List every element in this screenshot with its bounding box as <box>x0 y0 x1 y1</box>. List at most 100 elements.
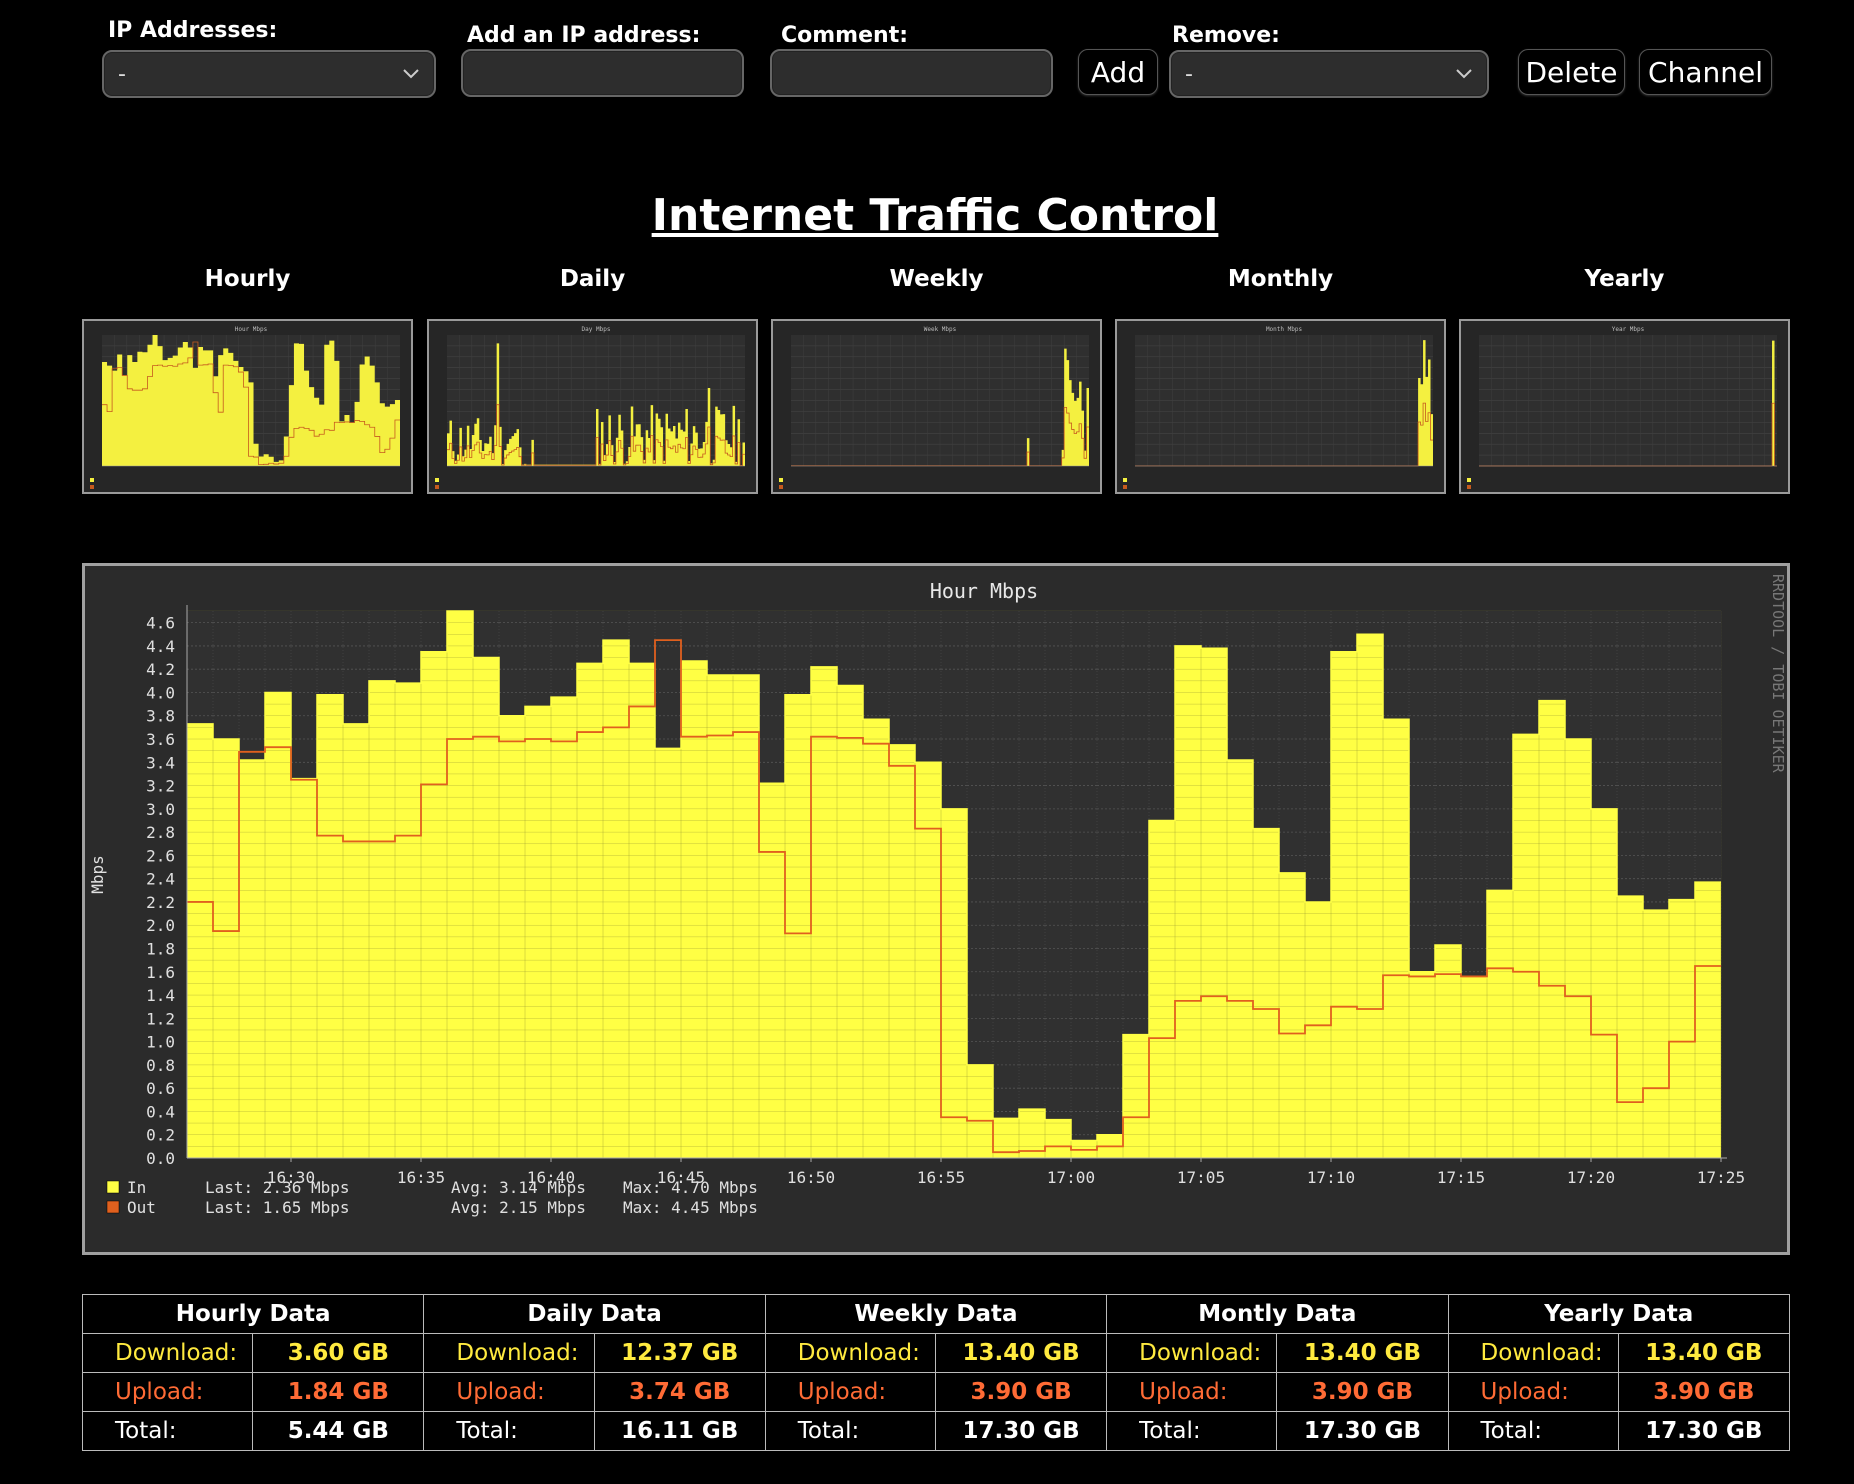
y-tick-label: 4.2 <box>146 660 175 679</box>
empty-region <box>1486 611 1514 891</box>
thumb-title: Week Mbps <box>924 326 957 333</box>
legend-text: Avg: 2.15 Mbps <box>451 1198 586 1217</box>
empty-region <box>1174 611 1202 646</box>
empty-region <box>498 611 526 716</box>
ip-addresses-select[interactable]: - <box>102 50 436 98</box>
monthly-upload-value: 3.90 GB <box>1276 1372 1449 1412</box>
empty-region <box>888 611 916 745</box>
daily-download-value: 12.37 GB <box>593 1333 766 1373</box>
thumb-title: Day Mbps <box>582 326 611 333</box>
thumbnail-label-yearly: Yearly <box>1584 266 1665 292</box>
thumbnail-graph-daily[interactable]: Day Mbps <box>427 319 758 494</box>
empty-region <box>914 611 942 763</box>
empty-region <box>862 611 890 720</box>
remove-label: Remove: <box>1172 23 1280 48</box>
y-tick-label: 1.8 <box>146 940 175 959</box>
empty-region <box>784 611 812 695</box>
empty-region <box>1694 611 1722 883</box>
empty-region <box>1252 611 1280 829</box>
thumb-legend-in-swatch <box>90 478 94 482</box>
weekly-upload-value: 3.90 GB <box>934 1372 1108 1412</box>
empty-region <box>1278 611 1306 873</box>
x-tick-label: 17:10 <box>1307 1168 1355 1187</box>
legend-text: In <box>127 1178 146 1197</box>
empty-region <box>550 611 578 698</box>
stats-header-monthly: Montly Data <box>1106 1294 1449 1334</box>
remove-selected-value: - <box>1185 62 1193 87</box>
add-ip-label: Add an IP address: <box>467 23 701 48</box>
empty-region <box>654 611 682 749</box>
hourly-upload-value: 1.84 GB <box>252 1372 425 1412</box>
thumbnail-chart-hourly: Hour Mbps <box>90 326 400 489</box>
daily-total-value: 16.11 GB <box>593 1411 766 1451</box>
thumb-title: Hour Mbps <box>235 326 268 333</box>
download-label: Download: <box>1447 1333 1619 1373</box>
empty-region <box>706 611 734 676</box>
x-tick-label: 17:05 <box>1177 1168 1225 1187</box>
x-tick-label: 16:55 <box>917 1168 965 1187</box>
comment-label: Comment: <box>781 23 909 48</box>
thumbnail-graph-weekly[interactable]: Week Mbps <box>771 319 1102 494</box>
add-button[interactable]: Add <box>1078 49 1158 95</box>
empty-region <box>810 611 838 667</box>
y-tick-label: 0.6 <box>146 1079 175 1098</box>
main-traffic-graph: Hour Mbps 0.0 0.2 0.4 0.6 0.8 1.0 1.2 1.4 1.6 1.8 2… <box>82 563 1790 1255</box>
add-ip-input[interactable] <box>461 49 744 97</box>
total-label: Total: <box>1447 1411 1619 1451</box>
empty-region <box>628 611 656 664</box>
empty-region <box>1460 611 1488 978</box>
empty-region <box>576 611 604 664</box>
stats-header-row: Hourly Data Daily Data Weekly Data Montl… <box>81 1294 1791 1334</box>
thumbnail-label-hourly: Hourly <box>204 266 291 292</box>
thumbnail-label-weekly: Weekly <box>889 266 984 292</box>
thumb-legend-out-swatch <box>1467 485 1471 489</box>
empty-region <box>342 611 370 724</box>
delete-button[interactable]: Delete <box>1518 49 1625 95</box>
empty-region <box>1044 611 1072 1120</box>
thumb-legend-out-swatch <box>435 485 439 489</box>
y-tick-label: 2.4 <box>146 870 175 889</box>
y-tick-label: 2.8 <box>146 823 175 842</box>
empty-region <box>992 611 1020 1119</box>
y-tick-label: 4.6 <box>146 614 175 633</box>
thumb-title: Year Mbps <box>1612 326 1645 333</box>
empty-region <box>836 611 864 686</box>
legend-swatch-out <box>106 1200 120 1214</box>
thumb-legend-out-swatch <box>90 485 94 489</box>
y-tick-label: 3.0 <box>146 800 175 819</box>
weekly-total-value: 17.30 GB <box>934 1411 1108 1451</box>
total-label: Total: <box>764 1411 936 1451</box>
y-tick-label: 1.6 <box>146 963 175 982</box>
stats-header-daily: Daily Data <box>423 1294 766 1334</box>
y-tick-label: 3.2 <box>146 777 175 796</box>
thumbnail-graph-monthly[interactable]: Month Mbps <box>1115 319 1446 494</box>
thumbnail-chart-monthly: Month Mbps <box>1123 326 1433 489</box>
upload-label: Upload: <box>1106 1372 1278 1412</box>
empty-region <box>1070 611 1098 1141</box>
y-tick-label: 1.4 <box>146 986 175 1005</box>
legend-text: Max: 4.70 Mbps <box>623 1178 758 1197</box>
x-tick-label: 16:35 <box>397 1168 445 1187</box>
download-label: Download: <box>764 1333 936 1373</box>
thumbnail-chart-daily: Day Mbps <box>435 326 745 489</box>
thumbnail-graph-yearly[interactable]: Year Mbps <box>1459 319 1790 494</box>
hour-mbps-chart: Hour Mbps 0.0 0.2 0.4 0.6 0.8 1.0 1.2 1.4 1.6 1.8 2… <box>88 574 1787 1217</box>
ip-addresses-selected-value: - <box>118 62 126 87</box>
empty-region <box>1200 611 1228 649</box>
thumbnail-graph-hourly[interactable]: Hour Mbps <box>82 319 413 494</box>
thumbnail-chart-weekly: Week Mbps <box>779 326 1089 489</box>
y-axis-label: Mbps <box>88 855 107 894</box>
legend-text: Max: 4.45 Mbps <box>623 1198 758 1217</box>
yearly-upload-value: 3.90 GB <box>1617 1372 1791 1412</box>
total-label: Total: <box>81 1411 254 1451</box>
legend-text: Last: 2.36 Mbps <box>205 1178 350 1197</box>
monthly-total-value: 17.30 GB <box>1276 1411 1449 1451</box>
legend-swatch-in <box>106 1180 120 1194</box>
channel-button[interactable]: Channel <box>1639 49 1772 95</box>
comment-input[interactable] <box>770 49 1053 97</box>
thumb-legend-in-swatch <box>435 478 439 482</box>
total-label: Total: <box>423 1411 595 1451</box>
remove-select[interactable]: - <box>1169 50 1489 98</box>
monthly-download-value: 13.40 GB <box>1276 1333 1449 1373</box>
empty-region <box>1304 611 1332 902</box>
